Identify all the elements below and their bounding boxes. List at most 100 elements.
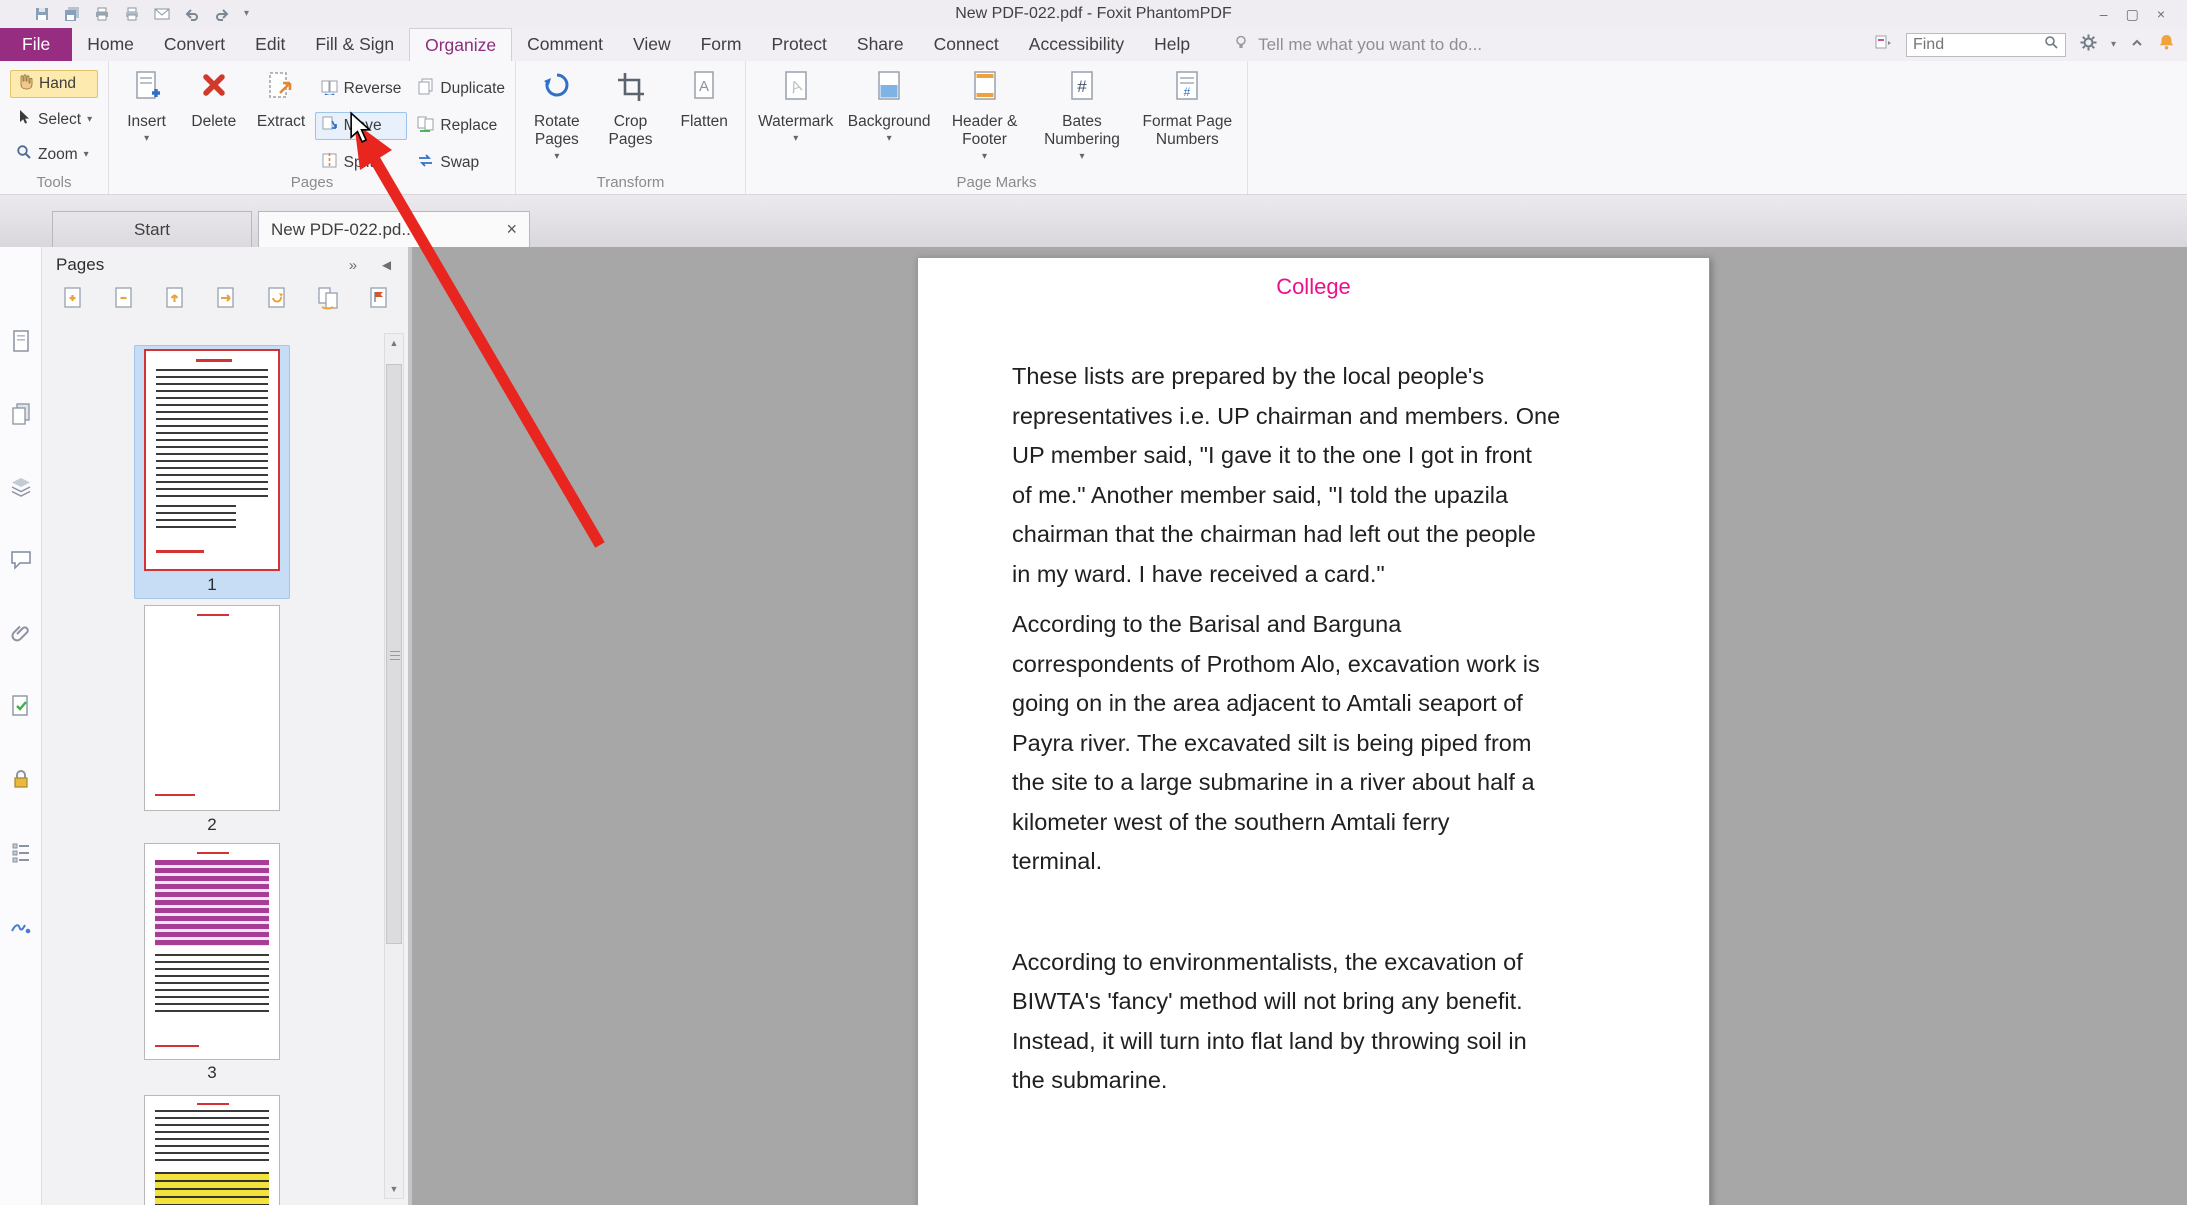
email-icon[interactable] [154, 6, 170, 22]
panel-back-icon[interactable]: ◄ [379, 257, 394, 274]
save-icon[interactable] [34, 6, 50, 22]
duplicate-pages-icon [417, 78, 434, 100]
digital-signature-panel-icon[interactable] [9, 913, 33, 942]
bookmarks-panel-icon[interactable] [9, 329, 33, 358]
customize-quick-access-caret-icon[interactable]: ▾ [244, 9, 249, 19]
page-thumbnail-1[interactable] [144, 349, 280, 571]
notification-bell-icon[interactable] [2158, 33, 2175, 56]
text-line: Instead, it will turn into flat land by … [1012, 1027, 1527, 1054]
pdf-page[interactable]: College These lists are prepared by the … [917, 257, 1710, 1205]
tab-convert[interactable]: Convert [149, 28, 240, 61]
tab-comment[interactable]: Comment [512, 28, 618, 61]
page-thumbnail-3[interactable] [144, 843, 280, 1060]
insert-page-tool-icon[interactable] [162, 285, 188, 316]
insert-pages-button[interactable]: Insert ▾ [113, 66, 180, 144]
close-window-button[interactable]: × [2157, 6, 2165, 23]
hand-tool-button[interactable]: Hand [10, 70, 98, 98]
page-properties-tool-icon[interactable] [366, 285, 392, 316]
format-page-numbers-button[interactable]: # Format Page Numbers [1132, 66, 1243, 149]
select-tool-button[interactable]: Select ▾ [10, 106, 98, 133]
panel-collapse-icon[interactable]: » [349, 257, 357, 274]
quick-print-icon[interactable] [124, 6, 140, 22]
search-scope-icon[interactable] [1874, 34, 1892, 55]
delete-pages-button[interactable]: Delete [180, 66, 247, 131]
undo-icon[interactable] [184, 6, 200, 22]
find-input[interactable] [1912, 35, 2044, 54]
move-pages-button[interactable]: Move [314, 112, 408, 140]
security-check-panel-icon[interactable] [9, 694, 33, 723]
layers-panel-icon[interactable] [9, 475, 33, 504]
reorder-pages-tool-icon[interactable] [315, 285, 341, 316]
zoom-caret-icon: ▾ [83, 149, 89, 160]
zoom-tool-button[interactable]: Zoom ▾ [10, 141, 98, 168]
ribbon-tab-bar: File Home Convert Edit Fill & Sign Organ… [0, 28, 2187, 61]
doc-tab-current[interactable]: New PDF-022.pd... × [258, 211, 530, 247]
swap-pages-button[interactable]: Swap [411, 149, 511, 177]
extract-page-tool-icon[interactable] [213, 285, 239, 316]
page-thumbnail-4[interactable] [144, 1095, 280, 1205]
save-all-icon[interactable] [64, 6, 80, 22]
attachments-panel-icon[interactable] [9, 621, 33, 650]
doc-tab-start[interactable]: Start [52, 211, 252, 247]
tab-connect[interactable]: Connect [919, 28, 1014, 61]
print-icon[interactable] [94, 6, 110, 22]
gear-icon[interactable] [2080, 34, 2097, 56]
swap-pages-icon [417, 152, 434, 174]
duplicate-pages-button[interactable]: Duplicate [411, 75, 511, 103]
scroll-up-icon[interactable]: ▲ [385, 334, 403, 352]
split-document-button[interactable]: Split [315, 149, 408, 177]
extract-pages-button[interactable]: Extract [247, 66, 314, 131]
tab-accessibility[interactable]: Accessibility [1014, 28, 1139, 61]
tell-me-box[interactable]: Tell me what you want to do... [1233, 28, 1482, 61]
search-icon[interactable] [2044, 34, 2059, 55]
flatten-button[interactable]: A Flatten [667, 66, 741, 131]
tab-edit[interactable]: Edit [240, 28, 300, 61]
collapse-ribbon-icon[interactable] [2130, 34, 2144, 55]
split-document-label: Split [343, 154, 374, 171]
ribbon-group-transform: Rotate Pages ▾ Crop Pages A Flatten Tran… [516, 61, 746, 194]
tab-share[interactable]: Share [842, 28, 919, 61]
find-box [1905, 32, 2066, 57]
replace-pages-button[interactable]: Replace [411, 112, 511, 140]
ribbon-group-pages: Insert ▾ Delete Extract Reverse Duplicat… [109, 61, 516, 194]
maximize-button[interactable]: ▢ [2126, 6, 2139, 23]
background-button[interactable]: Background ▾ [841, 66, 936, 144]
split-document-icon [321, 152, 338, 174]
rotate-pages-button[interactable]: Rotate Pages ▾ [520, 66, 594, 162]
minimize-button[interactable]: – [2100, 6, 2108, 23]
thumbnails-scrollbar[interactable]: ▲ ▼ [384, 333, 404, 1199]
tab-file[interactable]: File [0, 28, 73, 61]
zoom-in-thumbnails-icon[interactable] [60, 285, 86, 316]
page-thumbnail-2[interactable] [144, 605, 280, 811]
rotate-page-tool-icon[interactable] [264, 285, 290, 316]
bates-numbering-button[interactable]: # Bates Numbering ▾ [1032, 66, 1131, 162]
fields-panel-icon[interactable] [9, 840, 33, 869]
tab-help[interactable]: Help [1139, 28, 1205, 61]
tab-form[interactable]: Form [686, 28, 757, 61]
redo-icon[interactable] [214, 6, 230, 22]
lock-panel-icon[interactable] [9, 767, 33, 796]
tab-fill-sign[interactable]: Fill & Sign [300, 28, 409, 61]
tab-protect[interactable]: Protect [756, 28, 841, 61]
gear-caret-icon[interactable]: ▾ [2111, 39, 2116, 50]
comments-panel-icon[interactable] [9, 548, 33, 577]
delete-pages-label: Delete [191, 113, 237, 130]
tab-view[interactable]: View [618, 28, 686, 61]
scrollbar-thumb[interactable] [386, 364, 402, 944]
header-footer-button[interactable]: Header & Footer ▾ [937, 66, 1032, 162]
tab-home[interactable]: Home [72, 28, 149, 61]
scroll-down-icon[interactable]: ▼ [385, 1180, 403, 1198]
rotate-pages-icon [540, 69, 574, 110]
flatten-letter-glyph: A [699, 78, 709, 95]
tab-organize[interactable]: Organize [409, 28, 513, 61]
zoom-out-thumbnails-icon[interactable] [111, 285, 137, 316]
page-thumbnails-panel-icon[interactable] [9, 402, 33, 431]
pages-panel: Pages » ◄ 1 2 3 ▲ ▼ [42, 247, 408, 1205]
lightbulb-icon [1233, 34, 1249, 55]
doc-tab-close-icon[interactable]: × [506, 219, 517, 240]
ribbon-group-page-marks: A Watermark ▾ Background ▾ Header & Foot… [746, 61, 1248, 194]
watermark-button[interactable]: A Watermark ▾ [750, 66, 841, 144]
insert-pages-label: Insert [127, 113, 166, 130]
crop-pages-button[interactable]: Crop Pages [594, 66, 668, 149]
reverse-pages-button[interactable]: Reverse [315, 75, 408, 103]
